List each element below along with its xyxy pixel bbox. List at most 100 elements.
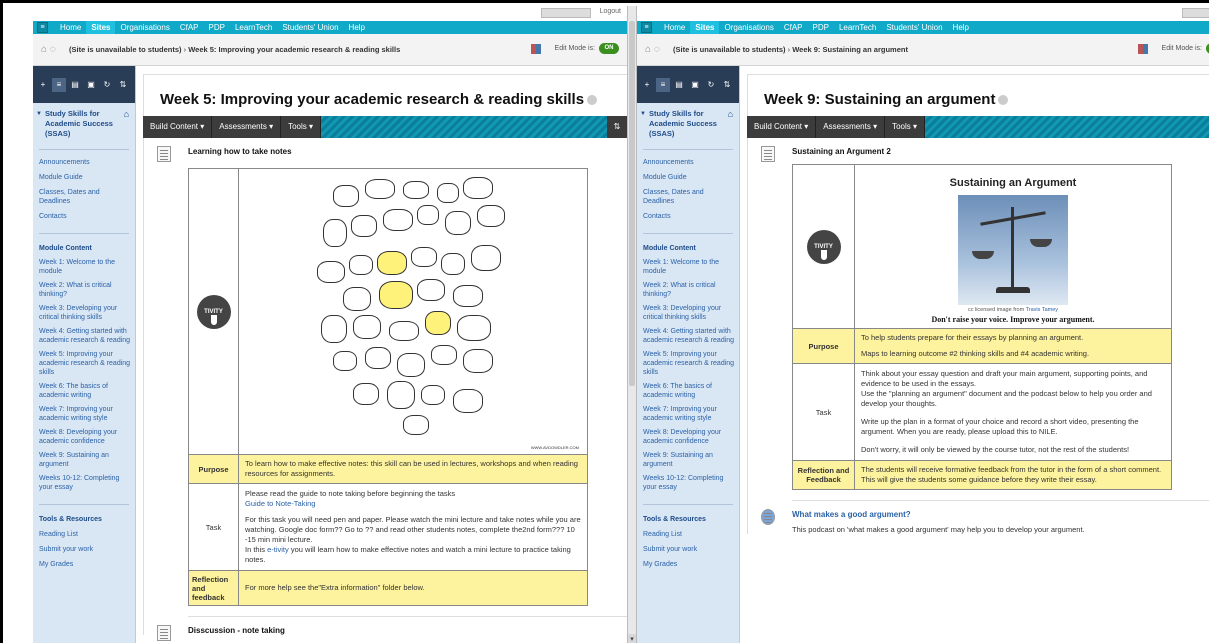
sidebar-item-week-1[interactable]: Week 1: Welcome to the module (637, 258, 739, 276)
sidebar-item-classes-dates[interactable]: Classes, Dates and Deadlines (637, 188, 739, 206)
sidebar-item-week-3[interactable]: Week 3: Developing your critical thinkin… (33, 304, 135, 322)
sidebar-heading-tools[interactable]: Tools & Resources (33, 515, 135, 524)
course-home-icon[interactable]: ⌂ (124, 109, 129, 119)
sort-icon[interactable]: ⇅ (720, 78, 734, 92)
sidebar-item-week-5[interactable]: Week 5: Improving your academic research… (33, 350, 135, 377)
nav-pdp[interactable]: PDP (808, 21, 834, 34)
nav-sites[interactable]: Sites (86, 21, 116, 34)
menu-icon[interactable]: ≡ (37, 22, 48, 33)
sidebar-item-week-7[interactable]: Week 7: Improving your academic writing … (33, 405, 135, 423)
bookmark-icon[interactable] (1137, 43, 1148, 54)
sidebar-item-contacts[interactable]: Contacts (637, 212, 739, 221)
build-content-button[interactable]: Build Content ▾ (143, 116, 213, 138)
course-title[interactable]: ▼ Study Skills for Academic Success (SSA… (637, 103, 739, 139)
refresh-icon[interactable]: ↻ (704, 78, 718, 92)
edit-mode-toggle[interactable]: ON (599, 43, 619, 54)
etivity-link[interactable]: e-tivity (267, 545, 289, 554)
reorder-icon[interactable]: ⇅ (607, 116, 627, 138)
assessments-button[interactable]: Assessments ▾ (212, 116, 282, 138)
folder-view-icon[interactable]: ▤ (672, 78, 686, 92)
sort-icon[interactable]: ⇅ (116, 78, 130, 92)
sidebar-item-my-grades[interactable]: My Grades (33, 560, 135, 569)
course-home-icon[interactable]: ⌂ (728, 109, 733, 119)
window-view-icon[interactable]: ▣ (84, 78, 98, 92)
sidebar-item-my-grades[interactable]: My Grades (637, 560, 739, 569)
sidebar-heading-module-content[interactable]: Module Content (637, 244, 739, 253)
nav-cfap[interactable]: CfAP (175, 21, 204, 34)
nav-organisations[interactable]: Organisations (719, 21, 778, 34)
sidebar-item-week-6[interactable]: Week 6: The basics of academic writing (637, 382, 739, 400)
breadcrumb-course[interactable]: (Site is unavailable to students) (69, 45, 182, 54)
menu-icon[interactable]: ≡ (641, 22, 652, 33)
nav-learntech[interactable]: LearnTech (230, 21, 277, 34)
tools-button[interactable]: Tools ▾ (885, 116, 926, 138)
sidebar-item-week-6[interactable]: Week 6: The basics of academic writing (33, 382, 135, 400)
nav-pdp[interactable]: PDP (204, 21, 230, 34)
sidebar-item-reading-list[interactable]: Reading List (33, 530, 135, 539)
sidebar-item-contacts[interactable]: Contacts (33, 212, 135, 221)
sidebar-item-module-guide[interactable]: Module Guide (637, 173, 739, 182)
assessments-button[interactable]: Assessments ▾ (816, 116, 886, 138)
options-icon[interactable] (998, 95, 1009, 106)
collapse-icon[interactable]: ▼ (36, 109, 42, 119)
sidebar-item-announcements[interactable]: Announcements (33, 158, 135, 167)
sidebar-item-reading-list[interactable]: Reading List (637, 530, 739, 539)
sidebar-item-week-9[interactable]: Week 9: Sustaining an argument (637, 451, 739, 469)
refresh-icon[interactable]: ↻ (100, 78, 114, 92)
sidebar-item-week-7[interactable]: Week 7: Improving your academic writing … (637, 405, 739, 423)
sidebar-item-module-guide[interactable]: Module Guide (33, 173, 135, 182)
sidebar-item-weeks-10-12[interactable]: Weeks 10-12: Completing your essay (33, 474, 135, 492)
sidebar-item-week-8[interactable]: Week 8: Developing your academic confide… (637, 428, 739, 446)
item-title[interactable]: Disscussion - note taking (188, 626, 627, 635)
nav-help[interactable]: Help (344, 21, 370, 34)
options-icon[interactable] (587, 95, 598, 106)
sidebar-item-submit-work[interactable]: Submit your work (637, 545, 739, 554)
collapse-icon[interactable]: ▼ (640, 109, 646, 119)
caption-link[interactable]: Travis Tamey (1026, 307, 1058, 313)
nav-organisations[interactable]: Organisations (115, 21, 174, 34)
bookmark-icon[interactable] (530, 43, 541, 54)
scrollbar-thumb[interactable] (629, 21, 635, 386)
sidebar-heading-tools[interactable]: Tools & Resources (637, 515, 739, 524)
sidebar-item-announcements[interactable]: Announcements (637, 158, 739, 167)
sidebar-heading-module-content[interactable]: Module Content (33, 244, 135, 253)
nav-home[interactable]: Home (659, 21, 690, 34)
window-view-icon[interactable]: ▣ (688, 78, 702, 92)
nav-home[interactable]: Home (55, 21, 86, 34)
course-title[interactable]: ▼ Study Skills for Academic Success (SSA… (33, 103, 135, 139)
sidebar-item-week-2[interactable]: Week 2: What is critical thinking? (637, 281, 739, 299)
sidebar-item-week-4[interactable]: Week 4: Getting started with academic re… (637, 327, 739, 345)
add-menu-item-icon[interactable]: + (640, 78, 654, 92)
sidebar-item-week-2[interactable]: Week 2: What is critical thinking? (33, 281, 135, 299)
nav-students-union[interactable]: Students' Union (277, 21, 343, 34)
sidebar-item-classes-dates[interactable]: Classes, Dates and Deadlines (33, 188, 135, 206)
sidebar-item-week-3[interactable]: Week 3: Developing your critical thinkin… (637, 304, 739, 322)
nav-help[interactable]: Help (948, 21, 974, 34)
build-content-button[interactable]: Build Content ▾ (747, 116, 817, 138)
add-menu-item-icon[interactable]: + (36, 78, 50, 92)
list-view-icon[interactable]: ≡ (656, 77, 670, 92)
sidebar-item-week-4[interactable]: Week 4: Getting started with academic re… (33, 327, 135, 345)
nav-cfap[interactable]: CfAP (779, 21, 808, 34)
sidebar-item-week-9[interactable]: Week 9: Sustaining an argument (33, 451, 135, 469)
nav-students-union[interactable]: Students' Union (881, 21, 947, 34)
sidebar-item-weeks-10-12[interactable]: Weeks 10-12: Completing your essay (637, 474, 739, 492)
home-icon[interactable]: ⌂ ◌ (41, 44, 56, 55)
logout-link[interactable]: Logout (600, 8, 621, 15)
breadcrumb-course[interactable]: (Site is unavailable to students) (673, 45, 786, 54)
pane-scrollbar[interactable]: ▾ (627, 6, 637, 643)
scroll-down-arrow[interactable]: ▾ (628, 634, 636, 643)
tools-button[interactable]: Tools ▾ (281, 116, 322, 138)
list-view-icon[interactable]: ≡ (52, 77, 66, 92)
sidebar-item-week-5[interactable]: Week 5: Improving your academic research… (637, 350, 739, 377)
item-title[interactable]: Sustaining an Argument 2 (792, 147, 1209, 156)
item-title[interactable]: What makes a good argument? (792, 510, 1209, 519)
guide-link[interactable]: Guide to Note-Taking (245, 499, 581, 509)
sidebar-item-week-8[interactable]: Week 8: Developing your academic confide… (33, 428, 135, 446)
item-title[interactable]: Learning how to take notes (188, 147, 627, 156)
sidebar-item-week-1[interactable]: Week 1: Welcome to the module (33, 258, 135, 276)
nav-sites[interactable]: Sites (690, 21, 720, 34)
sidebar-item-submit-work[interactable]: Submit your work (33, 545, 135, 554)
nav-learntech[interactable]: LearnTech (834, 21, 881, 34)
home-icon[interactable]: ⌂ ◌ (645, 44, 660, 55)
